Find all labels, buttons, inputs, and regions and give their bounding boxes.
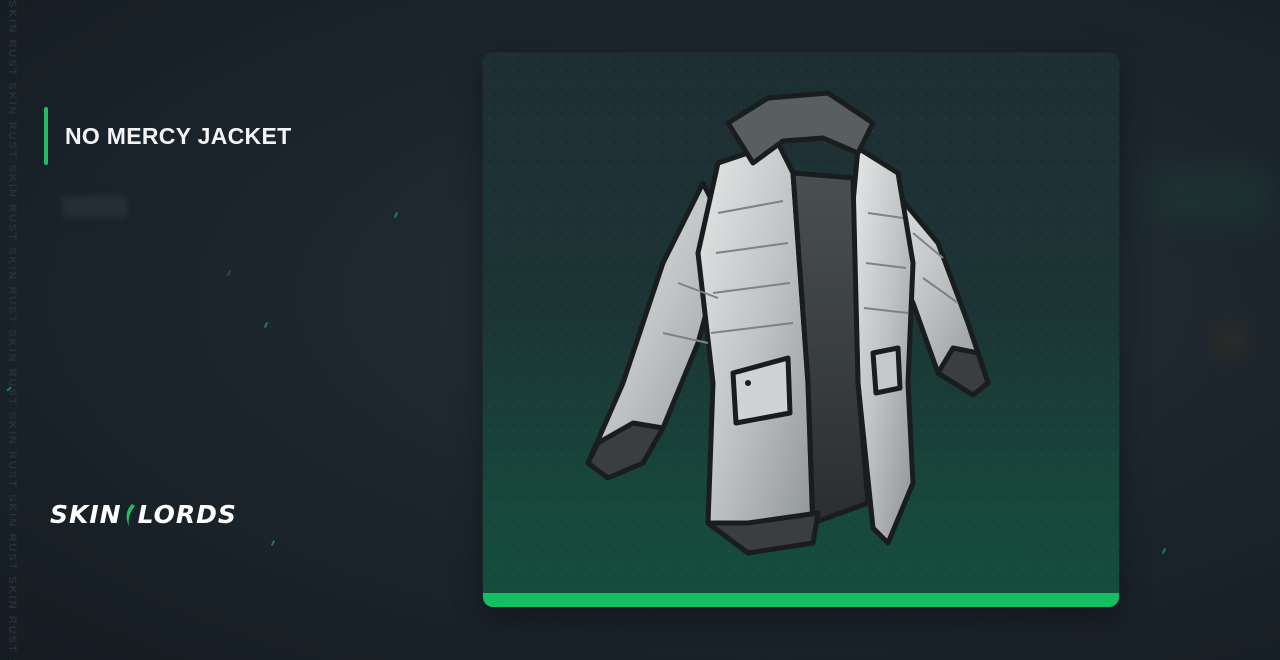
skinlords-logo: SKIN LORDS	[50, 500, 237, 529]
title-accent-bar	[44, 107, 48, 165]
item-preview-card	[483, 53, 1119, 607]
blurred-tag	[62, 196, 128, 218]
item-title-block: NO MERCY JACKET	[44, 107, 291, 165]
side-watermark: SKIN RUST SKIN RUST SKIN RUST SKIN RUST …	[6, 0, 18, 660]
decor-speck	[263, 321, 269, 329]
background-blur	[1210, 320, 1250, 360]
logo-text-left: SKIN	[50, 500, 122, 529]
decor-speck	[393, 211, 399, 219]
decor-speck	[270, 539, 276, 547]
logo-leaf-icon	[126, 503, 135, 526]
decor-speck	[226, 269, 232, 277]
item-title: NO MERCY JACKET	[65, 122, 292, 149]
logo-text-right: LORDS	[137, 500, 237, 529]
jacket-image	[585, 90, 991, 556]
background-blur	[1150, 165, 1270, 225]
decor-speck	[1161, 547, 1167, 555]
rarity-bar	[483, 593, 1119, 607]
